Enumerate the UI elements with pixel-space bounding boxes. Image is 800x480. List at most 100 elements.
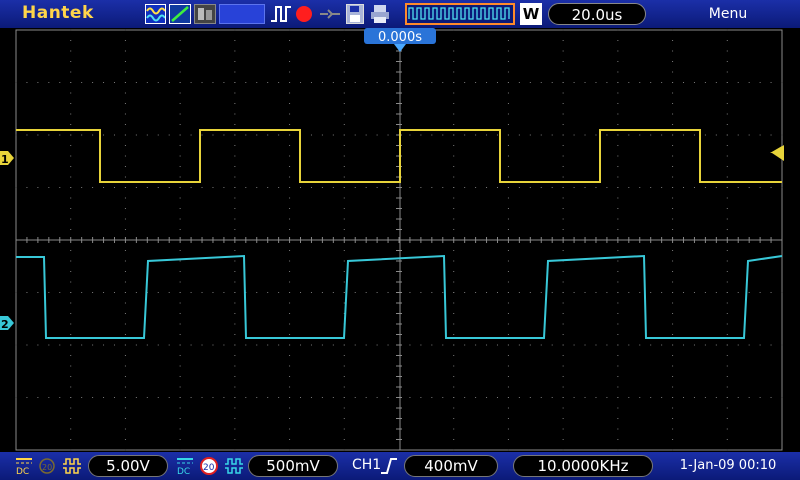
display-mode-icon[interactable] — [194, 4, 216, 24]
grid-dot — [234, 334, 236, 335]
grid-dot — [70, 449, 72, 451]
grid-dot — [453, 302, 455, 304]
grid-dot — [234, 397, 236, 398]
grid-dot — [562, 218, 564, 220]
ch1-coupling-icon[interactable]: DC — [14, 456, 34, 477]
grid-dot — [354, 187, 356, 188]
grid-dot — [135, 187, 137, 188]
grid-dot — [693, 344, 695, 346]
grid-dot — [726, 260, 728, 262]
grid-dot — [365, 397, 367, 398]
ref-icon[interactable] — [318, 4, 342, 24]
grid-dot — [726, 281, 728, 283]
grid-dot — [168, 82, 170, 83]
grid-dot — [179, 50, 181, 52]
grid-dot — [726, 40, 728, 41]
grid-dot — [770, 344, 772, 346]
grid-dot — [343, 386, 345, 388]
grid-dot — [70, 176, 72, 178]
grid-dot — [124, 61, 126, 62]
grid-dot — [507, 197, 509, 199]
grid-dot — [507, 386, 509, 388]
grid-dot — [496, 397, 498, 398]
grid-dot — [387, 344, 389, 346]
grid-dot — [726, 376, 728, 377]
grid-dot — [704, 82, 706, 83]
grid-dot — [715, 187, 717, 188]
grid-dot — [617, 71, 619, 73]
grid-dot — [420, 82, 422, 83]
grid-dot — [179, 145, 181, 146]
grid-dot — [135, 344, 137, 346]
trigger-mode-badge[interactable]: W — [520, 3, 542, 25]
trigger-edge-icon[interactable] — [380, 456, 398, 476]
grid-dot — [431, 82, 433, 83]
grid-dot — [453, 197, 455, 199]
grid-dot — [81, 187, 83, 188]
grid-dot — [475, 82, 477, 83]
slope-icon[interactable] — [169, 4, 191, 24]
grid-dot — [343, 260, 345, 262]
record-icon[interactable] — [296, 6, 312, 22]
grid-dot — [37, 344, 39, 346]
grid-dot — [124, 155, 126, 157]
grid-dot — [453, 166, 455, 167]
grid-dot — [343, 71, 345, 73]
grid-dot — [486, 134, 488, 136]
ch1-volts-per-div[interactable]: 5.00V — [88, 455, 168, 477]
grid-dot — [124, 250, 126, 251]
grid-dot — [70, 208, 72, 209]
grid-dot — [562, 40, 564, 41]
grid-dot — [507, 292, 509, 293]
waveform-preview[interactable] — [405, 3, 515, 25]
grid-dot — [726, 61, 728, 62]
grid-dot — [442, 344, 444, 346]
grid-dot — [672, 197, 674, 199]
trigger-source[interactable]: CH1 — [352, 457, 381, 473]
grid-dot — [234, 134, 236, 136]
grid-dot — [573, 134, 575, 136]
grid-dot — [551, 344, 553, 346]
grid-dot — [562, 386, 564, 388]
grid-dot — [289, 418, 291, 419]
grid-dot — [617, 176, 619, 178]
grid-dot — [672, 71, 674, 73]
timebase-display[interactable]: 20.0us — [548, 3, 646, 25]
grid-dot — [234, 218, 236, 220]
grid-dot — [321, 344, 323, 346]
trigger-level[interactable]: 400mV — [404, 455, 498, 477]
ch2-bandwidth-icon[interactable]: 20 — [199, 456, 219, 476]
grid-dot — [310, 397, 312, 398]
grid-dot — [704, 344, 706, 346]
grid-dot — [759, 134, 761, 136]
grid-dot — [726, 197, 728, 199]
grid-dot — [595, 292, 597, 293]
grid-dot — [737, 82, 739, 83]
grid-dot — [48, 134, 50, 136]
grid-dot — [617, 365, 619, 367]
waveform-mode-icon[interactable] — [145, 4, 166, 24]
grid-dot — [70, 197, 72, 199]
grid-dot — [726, 302, 728, 304]
grid-dot — [289, 71, 291, 73]
grid-dot — [737, 134, 739, 136]
ch1-bandwidth-icon[interactable]: 20 — [38, 456, 56, 476]
grid-dot — [26, 82, 28, 83]
grid-dot — [595, 187, 597, 188]
save-icon[interactable] — [346, 4, 364, 24]
run-stop-icon[interactable] — [270, 4, 292, 24]
print-icon[interactable] — [369, 4, 391, 24]
grid-dot — [234, 166, 236, 167]
ch1-invert-icon[interactable] — [62, 456, 82, 476]
grid-dot — [234, 208, 236, 209]
ch2-volts-per-div[interactable]: 500mV — [248, 455, 338, 477]
grid-dot — [124, 313, 126, 314]
grid-dot — [376, 344, 378, 346]
ch2-invert-icon[interactable] — [224, 456, 244, 476]
grid-dot — [332, 134, 334, 136]
grid-dot — [726, 449, 728, 451]
menu-button[interactable]: Menu — [700, 6, 756, 22]
grid-dot — [146, 134, 148, 136]
grid-dot — [146, 82, 148, 83]
ch2-coupling-icon[interactable]: DC — [175, 456, 195, 477]
